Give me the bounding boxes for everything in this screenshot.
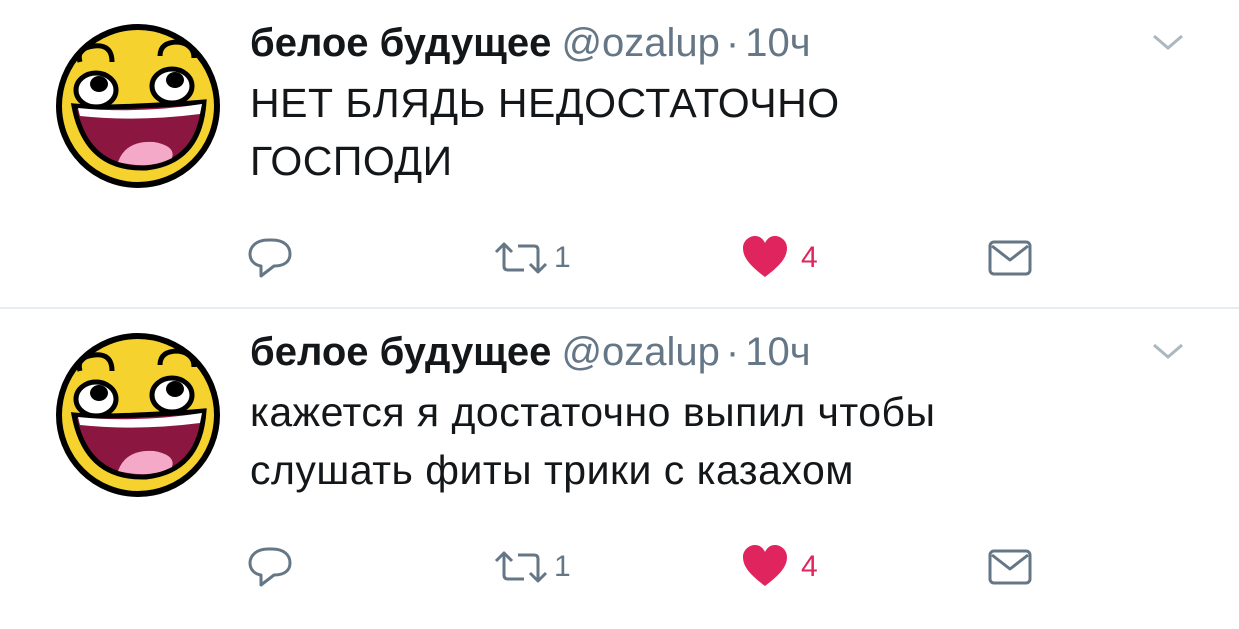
awesome-face-avatar-image: [56, 333, 220, 497]
retweet-button[interactable]: 1: [492, 228, 571, 288]
tweet-header: белое будущее @ozalup · 10ч: [250, 18, 811, 68]
like-count: 4: [801, 241, 818, 274]
retweet-icon: [494, 551, 548, 583]
more-options-button[interactable]: [1148, 30, 1188, 54]
tweet[interactable]: белое будущее @ozalup · 10ч НЕТ БЛЯДЬ НЕДОС…: [0, 0, 1239, 307]
user-handle[interactable]: @ozalup: [561, 21, 719, 65]
heart-icon: [743, 236, 787, 277]
reply-icon: [248, 238, 292, 278]
tweet-text-line: кажется я достаточно выпил чтобы: [250, 389, 936, 435]
tweet-header: белое будущее @ozalup · 10ч: [250, 327, 811, 377]
chevron-down-icon: [1153, 343, 1183, 359]
tweet-text-line: слушать фиты трики с казахом: [250, 447, 854, 493]
direct-message-button[interactable]: [986, 228, 1034, 288]
envelope-icon: [988, 240, 1032, 276]
retweet-count: 1: [554, 241, 571, 274]
like-count: 4: [801, 550, 818, 583]
tweet[interactable]: белое будущее @ozalup · 10ч кажется я доста…: [0, 309, 1239, 629]
separator-dot: ·: [725, 21, 740, 65]
retweet-button[interactable]: 1: [492, 537, 571, 597]
reply-button[interactable]: [246, 228, 294, 288]
tweet-text: НЕТ БЛЯДЬ НЕДОСТАТОЧНО ГОСПОДИ: [250, 74, 1150, 190]
separator-dot: ·: [725, 330, 740, 374]
like-button[interactable]: 4: [741, 537, 818, 597]
envelope-icon: [988, 549, 1032, 585]
reply-icon: [248, 547, 292, 587]
tweet-time[interactable]: 10ч: [745, 21, 810, 65]
retweet-count: 1: [554, 550, 571, 583]
chevron-down-icon: [1153, 34, 1183, 50]
avatar[interactable]: [54, 22, 222, 190]
tweet-actions: 1 4: [0, 537, 1239, 597]
display-name[interactable]: белое будущее: [250, 330, 551, 374]
tweet-time[interactable]: 10ч: [745, 330, 810, 374]
tweet-text: кажется я достаточно выпил чтобы слушать…: [250, 383, 1150, 499]
avatar[interactable]: [54, 331, 222, 499]
awesome-face-avatar-image: [56, 24, 220, 188]
reply-button[interactable]: [246, 537, 294, 597]
more-options-button[interactable]: [1148, 339, 1188, 363]
display-name[interactable]: белое будущее: [250, 21, 551, 65]
tweet-text-line: ГОСПОДИ: [250, 138, 453, 184]
direct-message-button[interactable]: [986, 537, 1034, 597]
like-button[interactable]: 4: [741, 228, 818, 288]
tweet-text-line: НЕТ БЛЯДЬ НЕДОСТАТОЧНО: [250, 80, 840, 126]
heart-icon: [743, 545, 787, 586]
retweet-icon: [494, 242, 548, 274]
tweet-actions: 1 4: [0, 228, 1239, 288]
user-handle[interactable]: @ozalup: [561, 330, 719, 374]
